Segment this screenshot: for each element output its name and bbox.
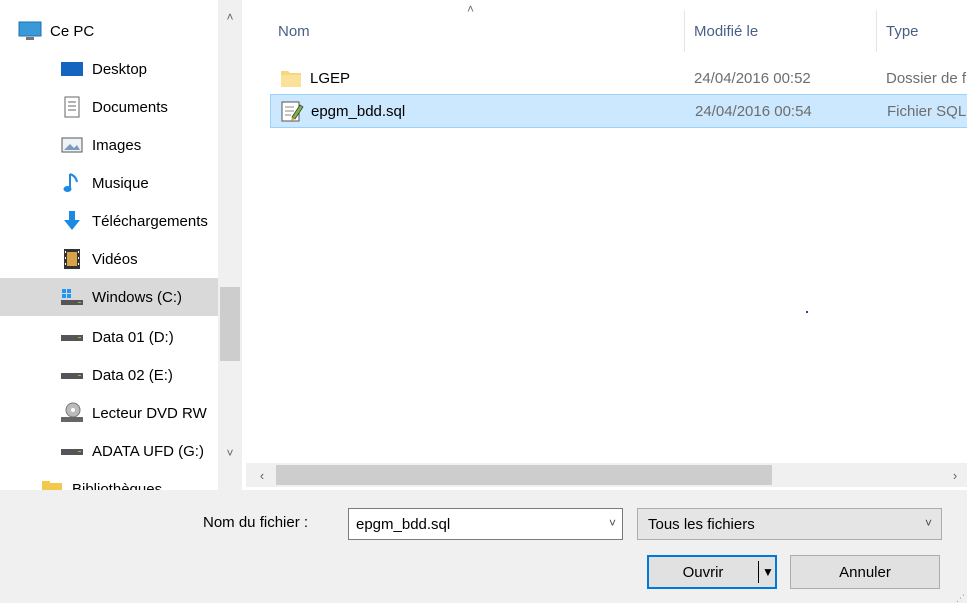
- nav-label: Vidéos: [92, 250, 138, 268]
- cancel-button-label: Annuler: [839, 563, 891, 581]
- column-header-name[interactable]: Nom: [278, 10, 310, 52]
- horizontal-scrollbar[interactable]: ‹ ›: [246, 463, 967, 487]
- dvd-drive-icon: [60, 402, 84, 424]
- desktop-icon: [60, 58, 84, 80]
- chevron-left-icon[interactable]: ‹: [250, 463, 274, 487]
- filename-combobox[interactable]: ˅: [348, 508, 623, 540]
- chevron-up-icon[interactable]: ˄: [218, 6, 242, 28]
- nav-label: Ce PC: [50, 22, 95, 40]
- file-name: epgm_bdd.sql: [311, 102, 406, 120]
- nav-item-documents[interactable]: Documents: [0, 88, 218, 126]
- music-icon: [60, 172, 84, 194]
- resize-grip-icon[interactable]: ⋰: [956, 594, 965, 603]
- nav-item-windows-c[interactable]: Windows (C:): [0, 278, 218, 316]
- nav-item-desktop[interactable]: Desktop: [0, 50, 218, 88]
- nav-item-downloads[interactable]: Téléchargements: [0, 202, 218, 240]
- drive-icon: [60, 326, 84, 348]
- filetype-value: Tous les fichiers: [648, 515, 755, 533]
- cancel-button[interactable]: Annuler: [790, 555, 940, 589]
- nav-label: Musique: [92, 174, 149, 192]
- nav-item-dvd-drive[interactable]: Lecteur DVD RW: [0, 394, 218, 432]
- documents-icon: [60, 96, 84, 118]
- nav-label: Téléchargements: [92, 212, 208, 230]
- download-icon: [60, 210, 84, 232]
- libraries-icon: [40, 478, 64, 490]
- open-button-label: Ouvrir: [682, 563, 724, 581]
- chevron-down-icon[interactable]: ˅: [609, 516, 616, 530]
- column-header-modified[interactable]: Modifié le: [694, 10, 758, 52]
- caret-down-icon[interactable]: ▼: [762, 565, 774, 579]
- nav-label: Data 01 (D:): [92, 328, 174, 346]
- nav-item-this-pc[interactable]: Ce PC: [0, 12, 218, 50]
- file-type: Fichier SQL: [887, 102, 967, 120]
- chevron-right-icon[interactable]: ›: [943, 463, 967, 487]
- stray-pixel: [806, 311, 808, 313]
- nav-label: Documents: [92, 98, 168, 116]
- file-name: LGEP: [310, 69, 351, 87]
- nav-scrollbar-thumb[interactable]: [220, 287, 240, 361]
- nav-label: Lecteur DVD RW: [92, 404, 207, 422]
- chevron-down-icon[interactable]: ˅: [218, 442, 242, 464]
- nav-item-data-01-d[interactable]: Data 01 (D:): [0, 318, 218, 356]
- file-row-epgm-bdd-sql[interactable]: epgm_bdd.sql 24/04/2016 00:54 Fichier SQ…: [270, 94, 967, 128]
- filename-input[interactable]: [356, 515, 586, 533]
- horizontal-scrollbar-thumb[interactable]: [276, 465, 772, 485]
- computer-icon: [18, 20, 42, 42]
- navigation-pane: Ce PC Desktop Documents Images Musique T…: [0, 0, 246, 490]
- windows-drive-icon: [60, 286, 84, 308]
- nav-label: Windows (C:): [92, 288, 183, 306]
- nav-item-images[interactable]: Images: [0, 126, 218, 164]
- nav-label: Images: [92, 136, 142, 154]
- sort-ascending-icon: ˄: [467, 2, 475, 16]
- nav-label: Desktop: [92, 60, 148, 78]
- file-type: Dossier de fichiers: [886, 69, 967, 87]
- open-button[interactable]: Ouvrir ▼: [647, 555, 777, 589]
- file-modified: 24/04/2016 00:52: [694, 69, 811, 87]
- chevron-down-icon: ˅: [924, 516, 932, 530]
- video-icon: [60, 248, 84, 270]
- nav-label: Bibliothèques: [72, 480, 163, 491]
- filetype-select[interactable]: Tous les fichiers ˅: [637, 508, 942, 540]
- nav-label: ADATA UFD (G:): [92, 442, 204, 460]
- nav-item-music[interactable]: Musique: [0, 164, 218, 202]
- nav-scrollbar[interactable]: ˄ ˅: [218, 0, 242, 490]
- usb-drive-icon: [60, 440, 84, 462]
- sql-file-icon: [279, 98, 305, 124]
- nav-item-data-02-e[interactable]: Data 02 (E:): [0, 356, 218, 394]
- file-row-lgep[interactable]: LGEP 24/04/2016 00:52 Dossier de fichier…: [270, 61, 967, 95]
- folder-icon: [278, 65, 304, 91]
- split-divider: [758, 561, 759, 583]
- nav-label: Data 02 (E:): [92, 366, 173, 384]
- column-header-type[interactable]: Type: [886, 10, 919, 52]
- file-modified: 24/04/2016 00:54: [695, 102, 812, 120]
- column-separator[interactable]: [876, 10, 877, 52]
- nav-item-libraries[interactable]: Bibliothèques: [0, 470, 218, 490]
- dialog-footer: Nom du fichier : ˅ Tous les fichiers ˅ O…: [0, 490, 967, 603]
- images-icon: [60, 134, 84, 156]
- nav-item-videos[interactable]: Vidéos: [0, 240, 218, 278]
- column-separator[interactable]: [684, 10, 685, 52]
- drive-icon: [60, 364, 84, 386]
- filename-label: Nom du fichier :: [203, 514, 309, 531]
- file-list: ˄ Nom Modifié le Type LGEP 24/04/2016 00…: [246, 0, 967, 490]
- nav-item-adata-ufd-g[interactable]: ADATA UFD (G:): [0, 432, 218, 470]
